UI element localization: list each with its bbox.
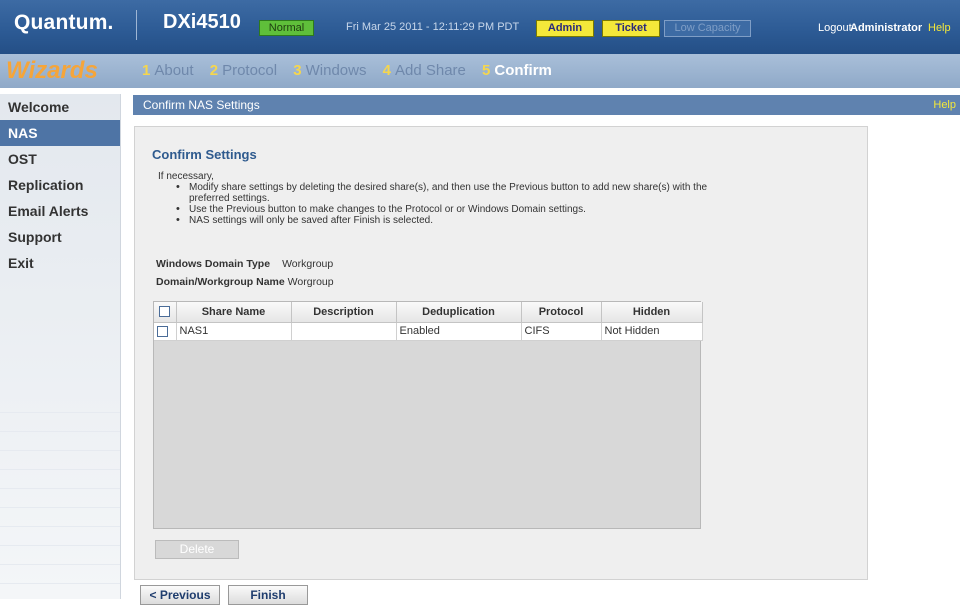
column-header-hidden[interactable]: Hidden [601, 302, 703, 323]
sidebar-item-support[interactable]: Support [0, 224, 120, 250]
domain-type-label: Windows Domain Type [156, 258, 271, 270]
cell-deduplication: Enabled [396, 322, 522, 341]
system-model: DXi4510 [163, 11, 241, 33]
sidebar-item-welcome[interactable]: Welcome [0, 94, 120, 120]
sidebar-item-email-alerts[interactable]: Email Alerts [0, 198, 120, 224]
instruction-item: Modify share settings by deleting the de… [174, 182, 734, 204]
step-label: Add Share [394, 62, 466, 79]
sidebar-item-ost[interactable]: OST [0, 146, 120, 172]
sidebar-item-nas[interactable]: NAS [0, 120, 120, 146]
wizard-step-windows[interactable]: 3 Windows [293, 62, 366, 79]
domain-type-value: Workgroup [282, 258, 334, 270]
cell-share-name: NAS1 [176, 322, 292, 341]
instruction-item: Use the Previous button to make changes … [174, 204, 734, 215]
step-number: 4 [382, 62, 391, 79]
sidebar-item-replication[interactable]: Replication [0, 172, 120, 198]
step-number: 1 [142, 62, 151, 79]
section-heading: Confirm Settings [152, 147, 257, 162]
row-checkbox[interactable] [157, 325, 168, 337]
quantum-logo: Quantum. [14, 11, 114, 34]
header-help-link[interactable]: Help [928, 22, 951, 34]
ticket-alert-button[interactable]: Ticket [602, 20, 660, 37]
column-header-share-name[interactable]: Share Name [176, 302, 292, 323]
instruction-list: Modify share settings by deleting the de… [174, 182, 734, 226]
admin-alert-button[interactable]: Admin [536, 20, 594, 37]
sidebar-item-exit[interactable]: Exit [0, 250, 120, 276]
intro-text: If necessary, [158, 171, 214, 182]
panel-title-bar: Confirm NAS Settings Help [133, 95, 960, 115]
step-label: Windows [305, 62, 367, 79]
previous-button[interactable]: < Previous [140, 585, 220, 605]
cell-description [291, 322, 397, 341]
wizard-step-about[interactable]: 1 About [142, 62, 194, 79]
row-select-cell [154, 322, 177, 341]
low-capacity-button[interactable]: Low Capacity [664, 20, 751, 37]
domain-name-row: Domain/Workgroup Name Worgroup [156, 276, 334, 288]
domain-type-row: Windows Domain Type Workgroup [156, 258, 333, 270]
system-datetime: Fri Mar 25 2011 - 12:11:29 PM PDT [346, 21, 520, 33]
table-row[interactable]: NAS1 Enabled CIFS Not Hidden [154, 322, 703, 341]
panel-title: Confirm NAS Settings [143, 98, 260, 112]
instruction-item: NAS settings will only be saved after Fi… [174, 215, 734, 226]
wizards-title: Wizards [6, 57, 98, 84]
panel-help-link[interactable]: Help [933, 95, 956, 115]
step-number: 3 [293, 62, 302, 79]
header-divider [136, 10, 137, 40]
wizard-steps: 1 About 2 Protocol 3 Windows 4 Add Share 5 Co… [142, 62, 564, 79]
finish-button[interactable]: Finish [228, 585, 308, 605]
delete-button[interactable]: Delete [155, 540, 239, 559]
share-table: Share Name Description Deduplication Pro… [153, 301, 703, 529]
column-header-protocol[interactable]: Protocol [521, 302, 602, 323]
sidebar: Welcome NAS OST Replication Email Alerts… [0, 94, 121, 599]
step-label: About [154, 62, 194, 79]
select-all-checkbox[interactable] [159, 306, 171, 318]
sidebar-divider-lines [0, 394, 120, 584]
step-number: 2 [209, 62, 219, 79]
column-header-deduplication[interactable]: Deduplication [396, 302, 522, 323]
step-label: Protocol [222, 62, 278, 79]
wizard-step-protocol[interactable]: 2 Protocol [210, 62, 277, 79]
table-header-row: Share Name Description Deduplication Pro… [154, 302, 703, 323]
step-label: Confirm [494, 62, 552, 79]
cell-protocol: CIFS [521, 322, 602, 341]
step-number: 5 [482, 62, 491, 79]
select-all-cell [154, 302, 177, 323]
domain-name-label: Domain/Workgroup Name [156, 276, 285, 288]
cell-hidden: Not Hidden [601, 322, 703, 341]
wizard-step-confirm[interactable]: 5 Confirm [482, 62, 552, 79]
status-badge[interactable]: Normal [259, 20, 314, 36]
domain-name-value: Worgroup [287, 276, 334, 288]
logout-link[interactable]: Logout [818, 22, 852, 34]
current-user: Administrator [850, 22, 923, 34]
column-header-description[interactable]: Description [291, 302, 397, 323]
wizard-step-add-share[interactable]: 4 Add Share [383, 62, 466, 79]
